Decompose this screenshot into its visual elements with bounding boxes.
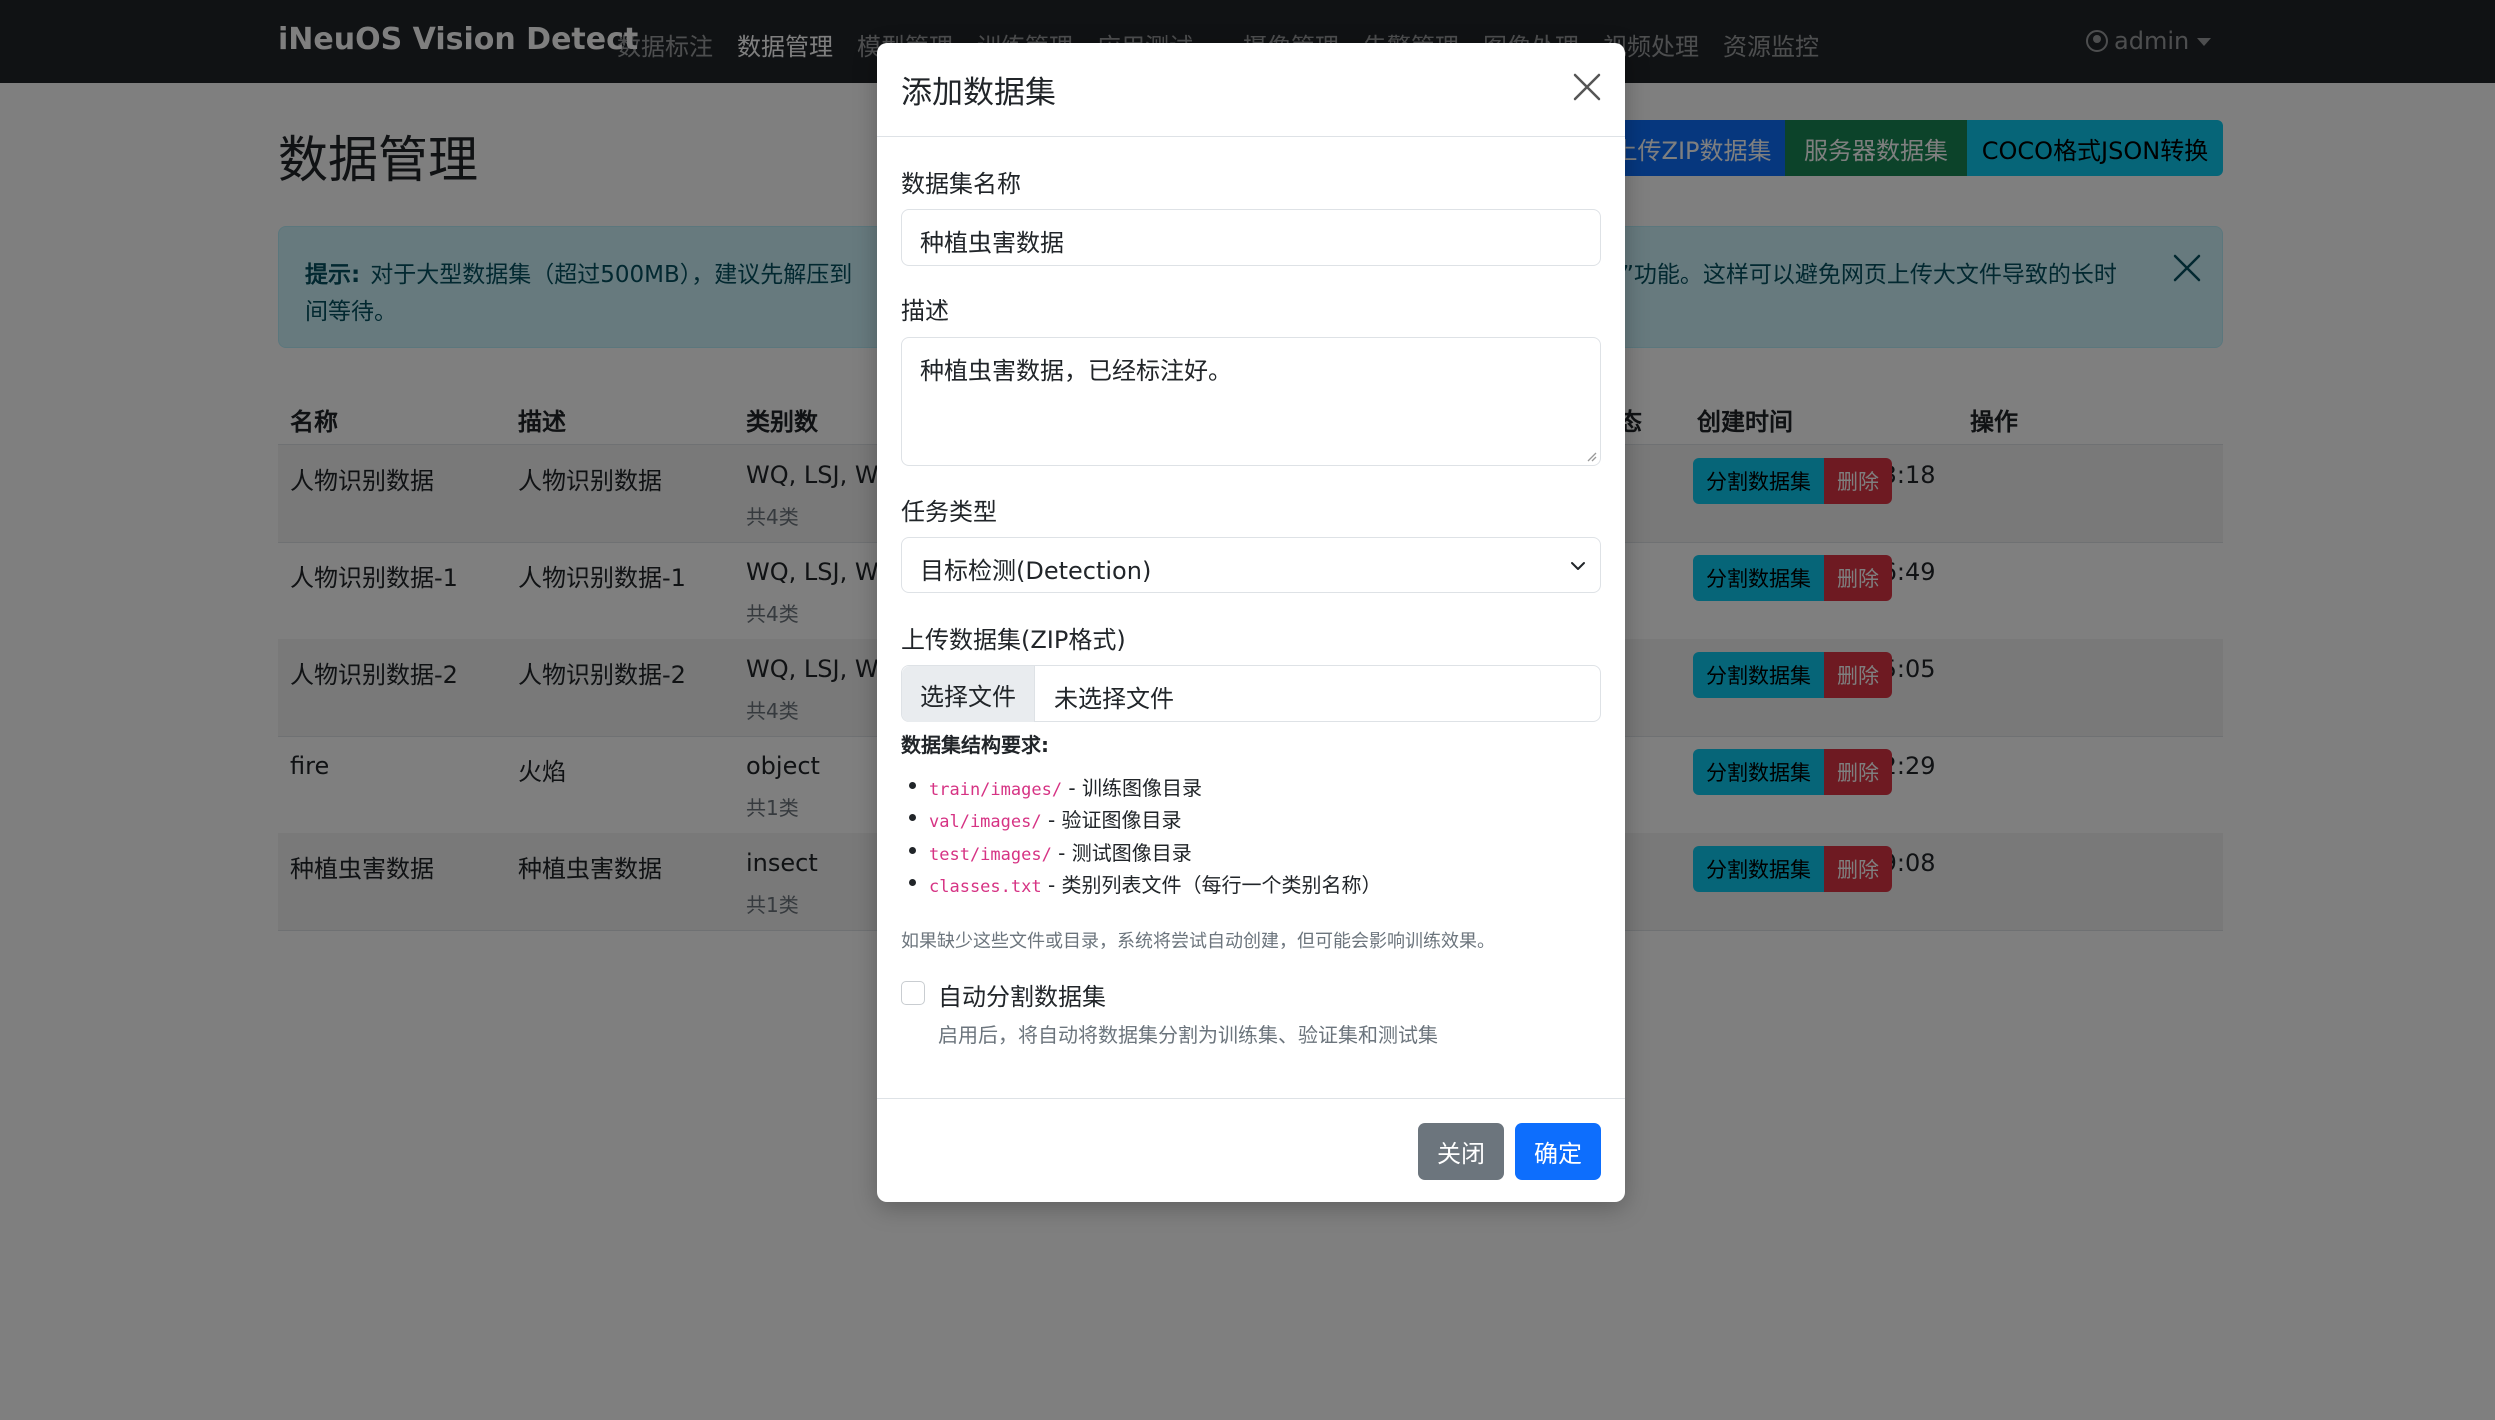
auto-split-checkbox[interactable]: [901, 981, 925, 1005]
file-status: 未选择文件: [1054, 685, 1174, 713]
requirement-code: train/images/: [929, 780, 1063, 800]
file-input[interactable]: 选择文件 未选择文件: [901, 665, 1601, 722]
requirements-title: 数据集结构要求:: [901, 733, 1049, 757]
task-type-label: 任务类型: [901, 498, 997, 526]
upload-label: 上传数据集(ZIP格式): [901, 626, 1126, 654]
requirement-item: train/images/ - 训练图像目录: [909, 772, 1202, 801]
requirement-text: - 训练图像目录: [1062, 776, 1202, 800]
modal-title: 添加数据集: [901, 75, 1056, 111]
auto-split-help: 启用后，将自动将数据集分割为训练集、验证集和测试集: [938, 1023, 1438, 1047]
requirement-code: test/images/: [929, 845, 1052, 865]
requirement-code: classes.txt: [929, 877, 1042, 897]
chevron-down-icon: [1571, 562, 1585, 570]
choose-file-button[interactable]: 选择文件: [902, 666, 1035, 722]
close-button[interactable]: 关闭: [1418, 1123, 1504, 1180]
requirement-text: - 验证图像目录: [1041, 808, 1182, 832]
modal-footer-rule: [877, 1098, 1625, 1099]
task-type-select[interactable]: 目标检测(Detection): [901, 537, 1601, 593]
dataset-name-input[interactable]: 种植虫害数据: [901, 209, 1601, 266]
dataset-name-value: 种植虫害数据: [920, 229, 1064, 257]
resize-handle-icon[interactable]: [1585, 450, 1597, 462]
requirement-text: - 测试图像目录: [1051, 841, 1192, 865]
structure-note: 如果缺少这些文件或目录，系统将尝试自动创建，但可能会影响训练效果。: [901, 931, 1495, 952]
description-textarea[interactable]: 种植虫害数据，已经标注好。: [901, 337, 1601, 466]
requirement-item: test/images/ - 测试图像目录: [909, 837, 1192, 866]
requirement-text: - 类别列表文件（每行一个类别名称）: [1041, 873, 1382, 897]
add-dataset-modal: 添加数据集 数据集名称 种植虫害数据 描述 种植虫害数据，已经标注好。 任务类型…: [877, 43, 1625, 1202]
description-value: 种植虫害数据，已经标注好。: [920, 357, 1232, 385]
dataset-name-label: 数据集名称: [901, 170, 1021, 198]
requirement-item: classes.txt - 类别列表文件（每行一个类别名称）: [909, 869, 1382, 898]
requirement-code: val/images/: [929, 812, 1042, 832]
close-icon[interactable]: [1571, 71, 1603, 103]
modal-header-rule: [877, 136, 1625, 137]
requirement-item: val/images/ - 验证图像目录: [909, 804, 1182, 833]
description-label: 描述: [901, 297, 949, 325]
confirm-button[interactable]: 确定: [1515, 1123, 1601, 1180]
task-type-value: 目标检测(Detection): [920, 557, 1152, 585]
auto-split-label[interactable]: 自动分割数据集: [938, 977, 1106, 1012]
